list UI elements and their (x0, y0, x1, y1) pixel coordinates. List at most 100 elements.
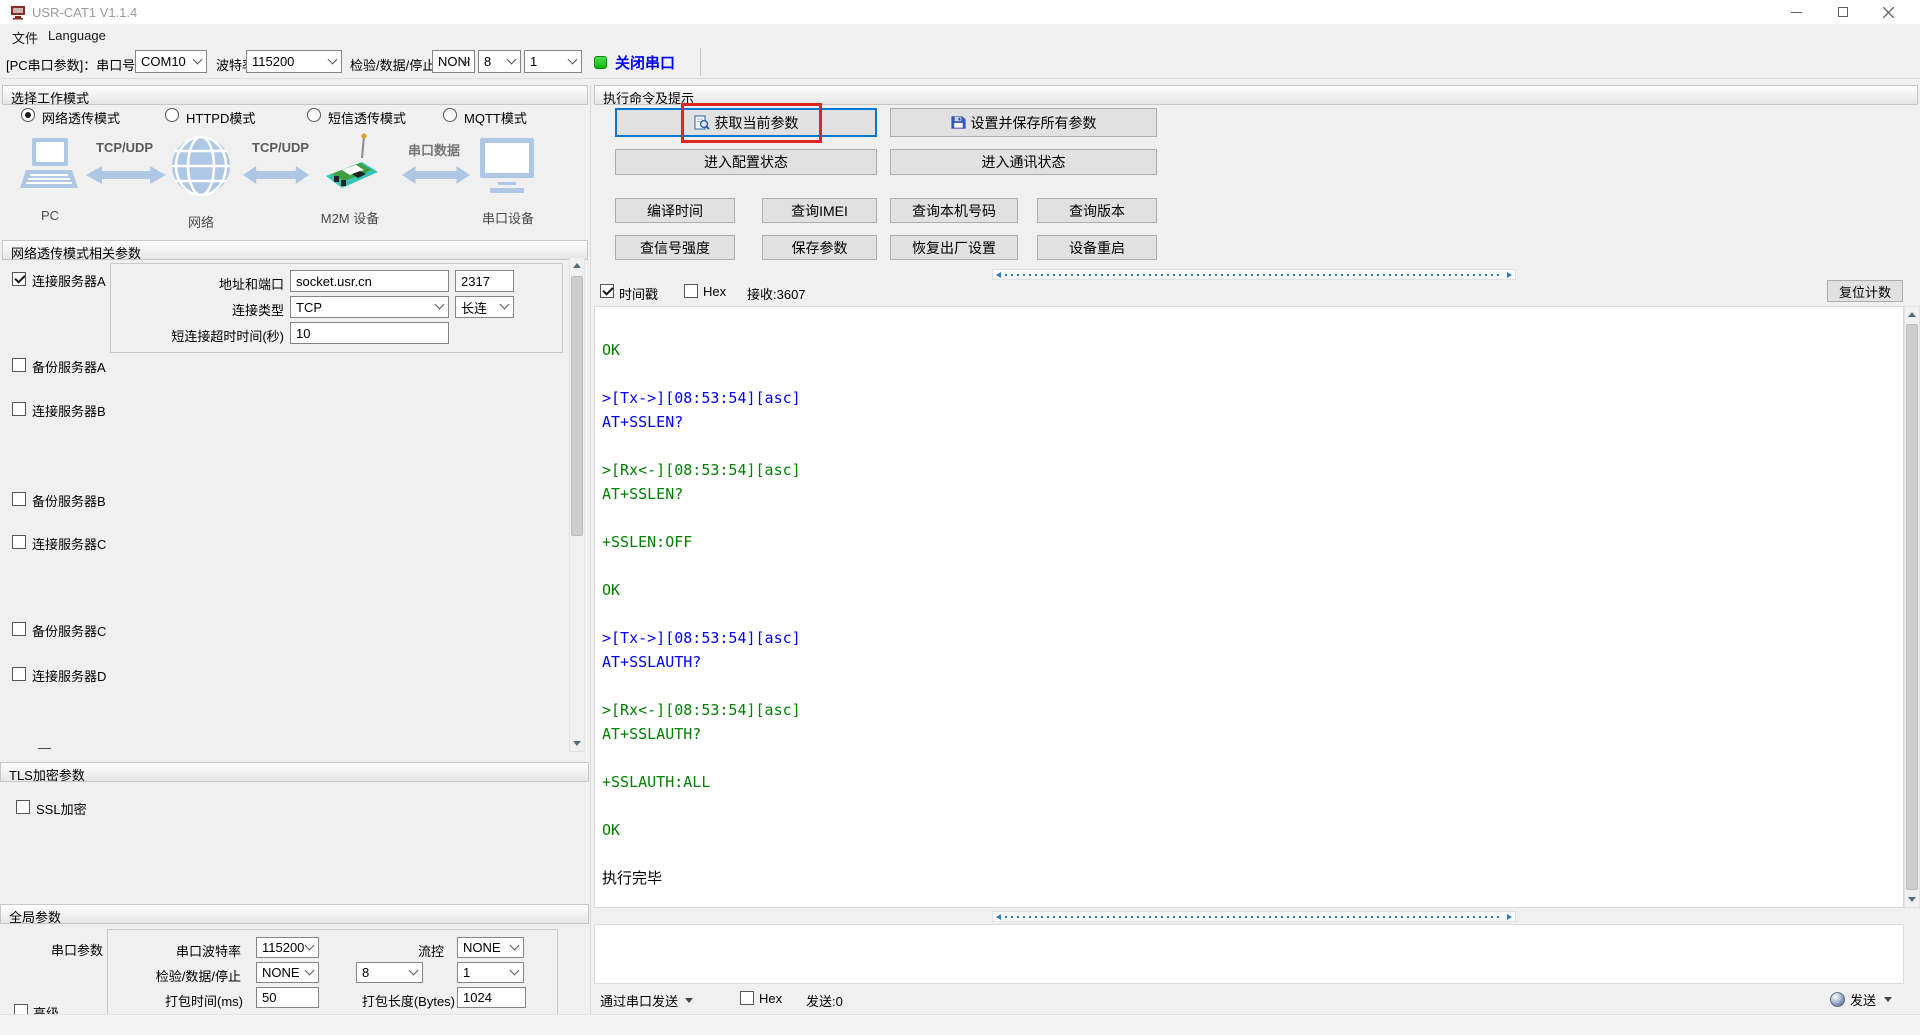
scroll-up-icon[interactable] (570, 258, 584, 273)
short-conn-timeout-input[interactable]: 10 (290, 322, 449, 344)
serial-params-label: 串口参数 (51, 943, 104, 958)
reset-count-button[interactable]: 复位计数 (1827, 280, 1903, 302)
backup-server-c-checkbox[interactable] (12, 622, 26, 636)
send-button[interactable]: 发送 (1830, 988, 1893, 1010)
work-mode-header: 选择工作模式 (2, 85, 588, 106)
g-flow-label: 流控 (417, 944, 444, 959)
g-databits-select[interactable]: 8 (356, 962, 423, 983)
server-b-checkbox[interactable] (12, 402, 26, 416)
server-c-label: 连接服务器C (32, 537, 107, 552)
node-serial-label: 串口设备 (481, 211, 534, 226)
server-c-checkbox[interactable] (12, 535, 26, 549)
conn-mode-select[interactable]: 长连 (455, 296, 514, 318)
timestamp-checkbox[interactable] (600, 284, 614, 298)
radio-httpd[interactable] (165, 108, 179, 122)
serial-toolbar: [PC串口参数]：串口号 COM10 波特率 115200 检验/数据/停止 N… (0, 46, 1920, 79)
compile-time-button[interactable]: 编译时间 (615, 198, 735, 223)
terminal-scrollbar[interactable] (1904, 306, 1920, 908)
send-hex-label: Hex (759, 991, 783, 1006)
chevron-down-icon (408, 965, 419, 975)
save-params-button[interactable]: 保存参数 (762, 235, 877, 260)
short-conn-timeout-label: 短连接超时时间(秒) (171, 329, 284, 344)
parity-label: 检验/数据/停止 (350, 58, 436, 73)
server-a-checkbox[interactable] (12, 272, 26, 286)
radio-net-passthrough[interactable] (21, 108, 35, 122)
g-baud-select[interactable]: 115200 (256, 937, 319, 958)
send-via-serial-dropdown[interactable]: 通过串口发送 (600, 990, 694, 1010)
left-panel-scrollbar[interactable] (569, 257, 585, 752)
scroll-up-icon[interactable] (1905, 307, 1919, 322)
save-floppy-icon (950, 116, 966, 129)
enter-config-button[interactable]: 进入配置状态 (615, 149, 877, 175)
server-address-input[interactable]: socket.usr.cn (290, 270, 449, 292)
arrow-icon (402, 166, 470, 184)
radio-sms-passthrough[interactable] (307, 108, 321, 122)
query-signal-button[interactable]: 查信号强度 (615, 235, 735, 260)
databits-select[interactable]: 8 (478, 50, 521, 73)
menu-language[interactable]: Language (44, 27, 110, 44)
baud-select[interactable]: 115200 (246, 50, 342, 73)
radio-mqtt[interactable] (443, 108, 457, 122)
commands-header: 执行命令及提示 (594, 85, 1918, 106)
close-port-button[interactable]: 关闭串口 (594, 49, 675, 75)
pack-time-label: 打包时间(ms) (165, 994, 243, 1009)
scroll-right-icon (1507, 914, 1512, 920)
server-d-checkbox[interactable] (12, 667, 26, 681)
menu-file[interactable]: 文件 (8, 27, 42, 48)
g-parity-select[interactable]: NONE (256, 962, 319, 983)
pack-len-input[interactable]: 1024 (457, 987, 526, 1008)
query-version-button[interactable]: 查询版本 (1037, 198, 1157, 223)
device-restart-button[interactable]: 设备重启 (1037, 235, 1157, 260)
set-save-params-button[interactable]: 设置并保存所有参数 (890, 108, 1157, 137)
terminal-area[interactable]: OK >[Tx->][08:53:54][asc] AT+SSLEN? >[Rx<… (594, 306, 1904, 908)
close-icon (1883, 6, 1894, 18)
scrollbar-thumb[interactable] (571, 276, 583, 536)
g-stopbits-select[interactable]: 1 (457, 962, 524, 983)
sent-count: 发送:0 (806, 994, 843, 1009)
scrollbar-thumb[interactable] (1906, 324, 1918, 890)
app-icon (11, 6, 25, 20)
menu-bar: 文件 Language (0, 24, 1920, 46)
close-button[interactable] (1866, 0, 1911, 24)
link2-label: TCP/UDP (252, 140, 310, 155)
parity-select[interactable]: NONI (432, 50, 475, 73)
toolbar-separator (700, 48, 701, 76)
recv-count: 接收:3607 (747, 287, 806, 302)
terminal-bottom-scrollbar[interactable] (992, 911, 1516, 922)
terminal-line: AT+SSLAUTH? (602, 653, 702, 671)
recv-hex-checkbox[interactable] (684, 284, 698, 298)
maximize-button[interactable] (1820, 0, 1865, 24)
server-port-input[interactable]: 2317 (455, 270, 514, 292)
factory-reset-button[interactable]: 恢复出厂设置 (890, 235, 1018, 260)
conn-type-select[interactable]: TCP (290, 296, 449, 318)
backup-server-a-checkbox[interactable] (12, 358, 26, 372)
scroll-down-icon[interactable] (570, 736, 584, 751)
chevron-down-icon (192, 54, 203, 64)
enter-comm-button[interactable]: 进入通讯状态 (890, 149, 1157, 175)
ssl-checkbox[interactable] (16, 800, 30, 814)
com-port-select[interactable]: COM10 (135, 50, 207, 73)
chevron-down-icon (434, 299, 445, 310)
backup-server-b-checkbox[interactable] (12, 492, 26, 506)
pack-time-input[interactable]: 50 (256, 987, 319, 1008)
title-bar: USR-CAT1 V1.1.4 (0, 0, 1920, 24)
terminal-line: >[Tx->][08:53:54][asc] (602, 629, 801, 647)
terminal-line: OK (602, 341, 621, 359)
send-hex-checkbox[interactable] (740, 991, 754, 1005)
terminal-top-scrollbar[interactable] (992, 269, 1516, 280)
scroll-down-icon[interactable] (1905, 892, 1919, 907)
query-local-number-button[interactable]: 查询本机号码 (890, 198, 1018, 223)
panel-divider (590, 85, 591, 1014)
g-flow-select[interactable]: NONE (457, 937, 524, 958)
tls-header: TLS加密参数 (0, 762, 589, 783)
query-imei-button[interactable]: 查询IMEI (762, 198, 877, 223)
send-text-input[interactable] (594, 924, 1904, 984)
stopbits-select[interactable]: 1 (524, 50, 582, 73)
backup-server-a-label: 备份服务器A (32, 360, 106, 375)
arrow-icon (243, 166, 309, 184)
minimize-button[interactable] (1774, 0, 1819, 24)
